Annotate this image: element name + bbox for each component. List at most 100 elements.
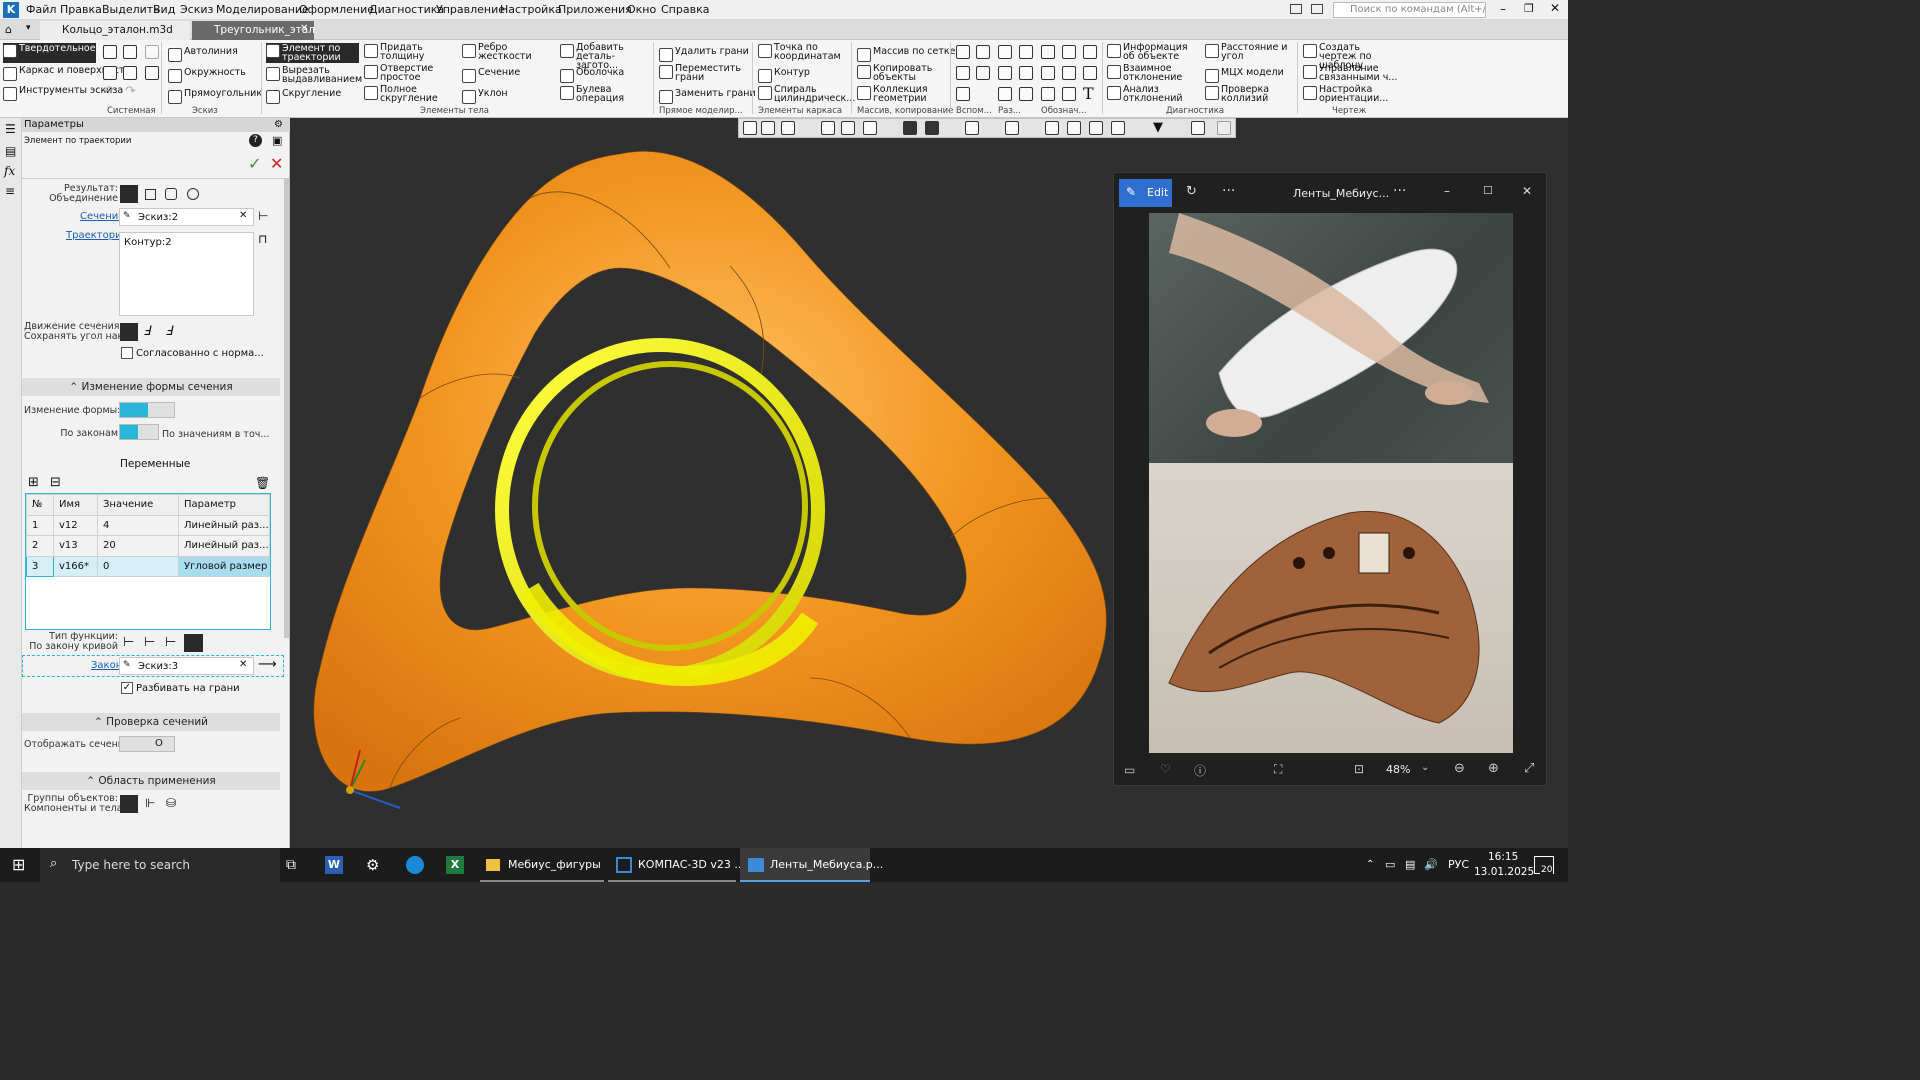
section-check-header[interactable]: ⌃ Проверка сечений: [22, 713, 280, 731]
mode-wireframe-surfaces[interactable]: Каркас и поверхности: [3, 66, 131, 81]
linked-drawings-button[interactable]: Управление связанными ч...: [1303, 64, 1398, 82]
rib-button[interactable]: Ребро жесткости: [462, 43, 552, 61]
boolean-button[interactable]: Булева операция: [560, 85, 650, 103]
shading-icon[interactable]: [925, 121, 939, 135]
zoom-dropdown-icon[interactable]: ⌄: [1421, 762, 1429, 773]
chevron-down-icon[interactable]: ▾: [26, 23, 31, 33]
show-sections-toggle[interactable]: O: [119, 736, 175, 752]
fullscreen-icon[interactable]: ⤢: [1524, 761, 1534, 776]
preview-icon[interactable]: [123, 66, 137, 80]
rotate-icon[interactable]: [841, 121, 855, 135]
func-linear-icon[interactable]: ⊢: [123, 635, 134, 650]
mass-properties-button[interactable]: МЦХ модели: [1205, 68, 1284, 83]
battery-icon[interactable]: ▭: [1385, 848, 1395, 882]
word-icon[interactable]: W: [325, 856, 343, 874]
minimize-icon[interactable]: –: [1500, 2, 1506, 16]
mode-sketch-tools[interactable]: Инструменты эскиза: [3, 86, 123, 101]
print-icon[interactable]: [103, 66, 117, 80]
undo-icon[interactable]: ↶: [103, 84, 114, 99]
contour-button[interactable]: Контур: [758, 68, 810, 83]
mutual-deviation-button[interactable]: Взаимное отклонение: [1107, 64, 1202, 82]
screen-icon[interactable]: [1311, 4, 1323, 14]
section-button[interactable]: Сечение: [462, 68, 520, 83]
filter-icon[interactable]: ▼: [1153, 120, 1163, 135]
crop-icon[interactable]: ⛶: [1274, 762, 1282, 777]
table-row-selected[interactable]: 3 v166* 0 Угловой размер: [26, 555, 270, 577]
orientation-icon[interactable]: [863, 121, 877, 135]
full-round-button[interactable]: Полное скругление: [364, 85, 454, 103]
excel-icon[interactable]: X: [446, 856, 464, 874]
select-trajectory-icon[interactable]: ⊓: [258, 232, 267, 246]
menu-sketch[interactable]: Эскиз: [180, 3, 213, 16]
properties-icon[interactable]: [145, 66, 159, 80]
mark-icon[interactable]: [1041, 87, 1055, 101]
sweep-along-path-button[interactable]: Элемент по траектории: [266, 43, 359, 63]
fillet-button[interactable]: Скругление: [266, 89, 341, 104]
table-row[interactable]: 1 v12 4 Линейный раз...: [26, 514, 270, 536]
tab-close-icon[interactable]: ✕: [300, 23, 308, 34]
hide-icon[interactable]: [965, 121, 979, 135]
variables-icon[interactable]: fx: [4, 164, 15, 178]
distance-angle-button[interactable]: Расстояние и угол: [1205, 43, 1295, 61]
thread-icon[interactable]: [1062, 45, 1076, 59]
menu-select[interactable]: Выделить: [102, 3, 160, 16]
display-icon[interactable]: [1005, 121, 1019, 135]
replace-faces-button[interactable]: Заменить грани: [659, 89, 756, 104]
tree-icon[interactable]: ☰: [5, 122, 16, 136]
mode-solid-modeling[interactable]: Твердотельное моделирование: [3, 43, 178, 63]
motion-parallel-icon[interactable]: Ⅎ: [144, 324, 151, 339]
trajectory-list[interactable]: Контур:2: [119, 232, 254, 316]
rectangle-button[interactable]: Прямоугольник: [168, 89, 262, 104]
motion-normal-icon[interactable]: Ⅎ: [166, 324, 173, 339]
zoom-fit-icon[interactable]: [743, 121, 757, 135]
menu-view[interactable]: Вид: [153, 3, 175, 16]
language-indicator[interactable]: РУС: [1448, 848, 1469, 882]
grid-array-button[interactable]: Массив по сетке: [857, 47, 956, 62]
perspective-icon[interactable]: [1067, 121, 1081, 135]
table-row[interactable]: 2 v13 20 Линейный раз...: [26, 535, 270, 557]
menu-apps[interactable]: Приложения: [558, 3, 632, 16]
delete-icon[interactable]: 🗑: [255, 476, 270, 490]
cutaway-icon[interactable]: [998, 66, 1012, 80]
collision-check-button[interactable]: Проверка коллизий: [1205, 85, 1295, 103]
intersect-icon[interactable]: [187, 188, 199, 200]
aux-plane-icon[interactable]: [956, 45, 970, 59]
draft-button[interactable]: Уклон: [462, 89, 508, 104]
window-close-icon[interactable]: ✕: [1522, 184, 1532, 198]
taskbar-app-explorer[interactable]: Мебиус_фигуры: [480, 848, 604, 882]
view-cube-icon[interactable]: [903, 121, 917, 135]
add-blank-part-button[interactable]: Добавить деталь-загото...: [560, 43, 652, 70]
simple-hole-button[interactable]: Отверстие простое: [364, 64, 454, 82]
new-body-icon[interactable]: [145, 189, 156, 200]
section-link[interactable]: Сечение: [80, 211, 124, 222]
menu-help[interactable]: Справка: [661, 3, 709, 16]
menu-window[interactable]: Окно: [627, 3, 656, 16]
menu-edit[interactable]: Правка: [60, 3, 102, 16]
tray-chevron-icon[interactable]: ⌃: [1366, 848, 1374, 882]
zoom-window-icon[interactable]: [761, 121, 775, 135]
settings-gear-icon[interactable]: ⚙: [366, 848, 379, 882]
zoom-icon[interactable]: [781, 121, 795, 135]
clock-time[interactable]: 16:15: [1488, 851, 1518, 863]
scope-section-header[interactable]: ⌃ Область применения: [22, 772, 280, 790]
menu-modeling[interactable]: Моделирование: [216, 3, 309, 16]
save-icon[interactable]: [145, 45, 159, 59]
weld-icon[interactable]: [1062, 87, 1076, 101]
shell-button[interactable]: Оболочка: [560, 68, 624, 83]
func-spline-icon[interactable]: ⊢: [165, 635, 176, 650]
thicken-button[interactable]: Придать толщину: [364, 43, 454, 61]
cancel-icon[interactable]: ✕: [270, 154, 283, 173]
taskbar-search[interactable]: ⌕ Type here to search: [40, 848, 280, 882]
scale-icon[interactable]: [1019, 87, 1033, 101]
roughness-icon[interactable]: [1083, 45, 1097, 59]
union-mode-icon[interactable]: [120, 185, 138, 203]
shape-change-toggle[interactable]: [119, 402, 175, 418]
tolerance-icon[interactable]: [1062, 66, 1076, 80]
copy-objects-button[interactable]: Копировать объекты: [857, 64, 947, 82]
filmstrip-icon[interactable]: ▭: [1124, 763, 1135, 777]
circle-button[interactable]: Окружность: [168, 68, 246, 83]
point-by-coords-button[interactable]: Точка по координатам: [758, 43, 848, 61]
split-icon[interactable]: [998, 45, 1012, 59]
delete-faces-button[interactable]: Удалить грани: [659, 47, 749, 62]
section-view-icon[interactable]: [1019, 45, 1033, 59]
